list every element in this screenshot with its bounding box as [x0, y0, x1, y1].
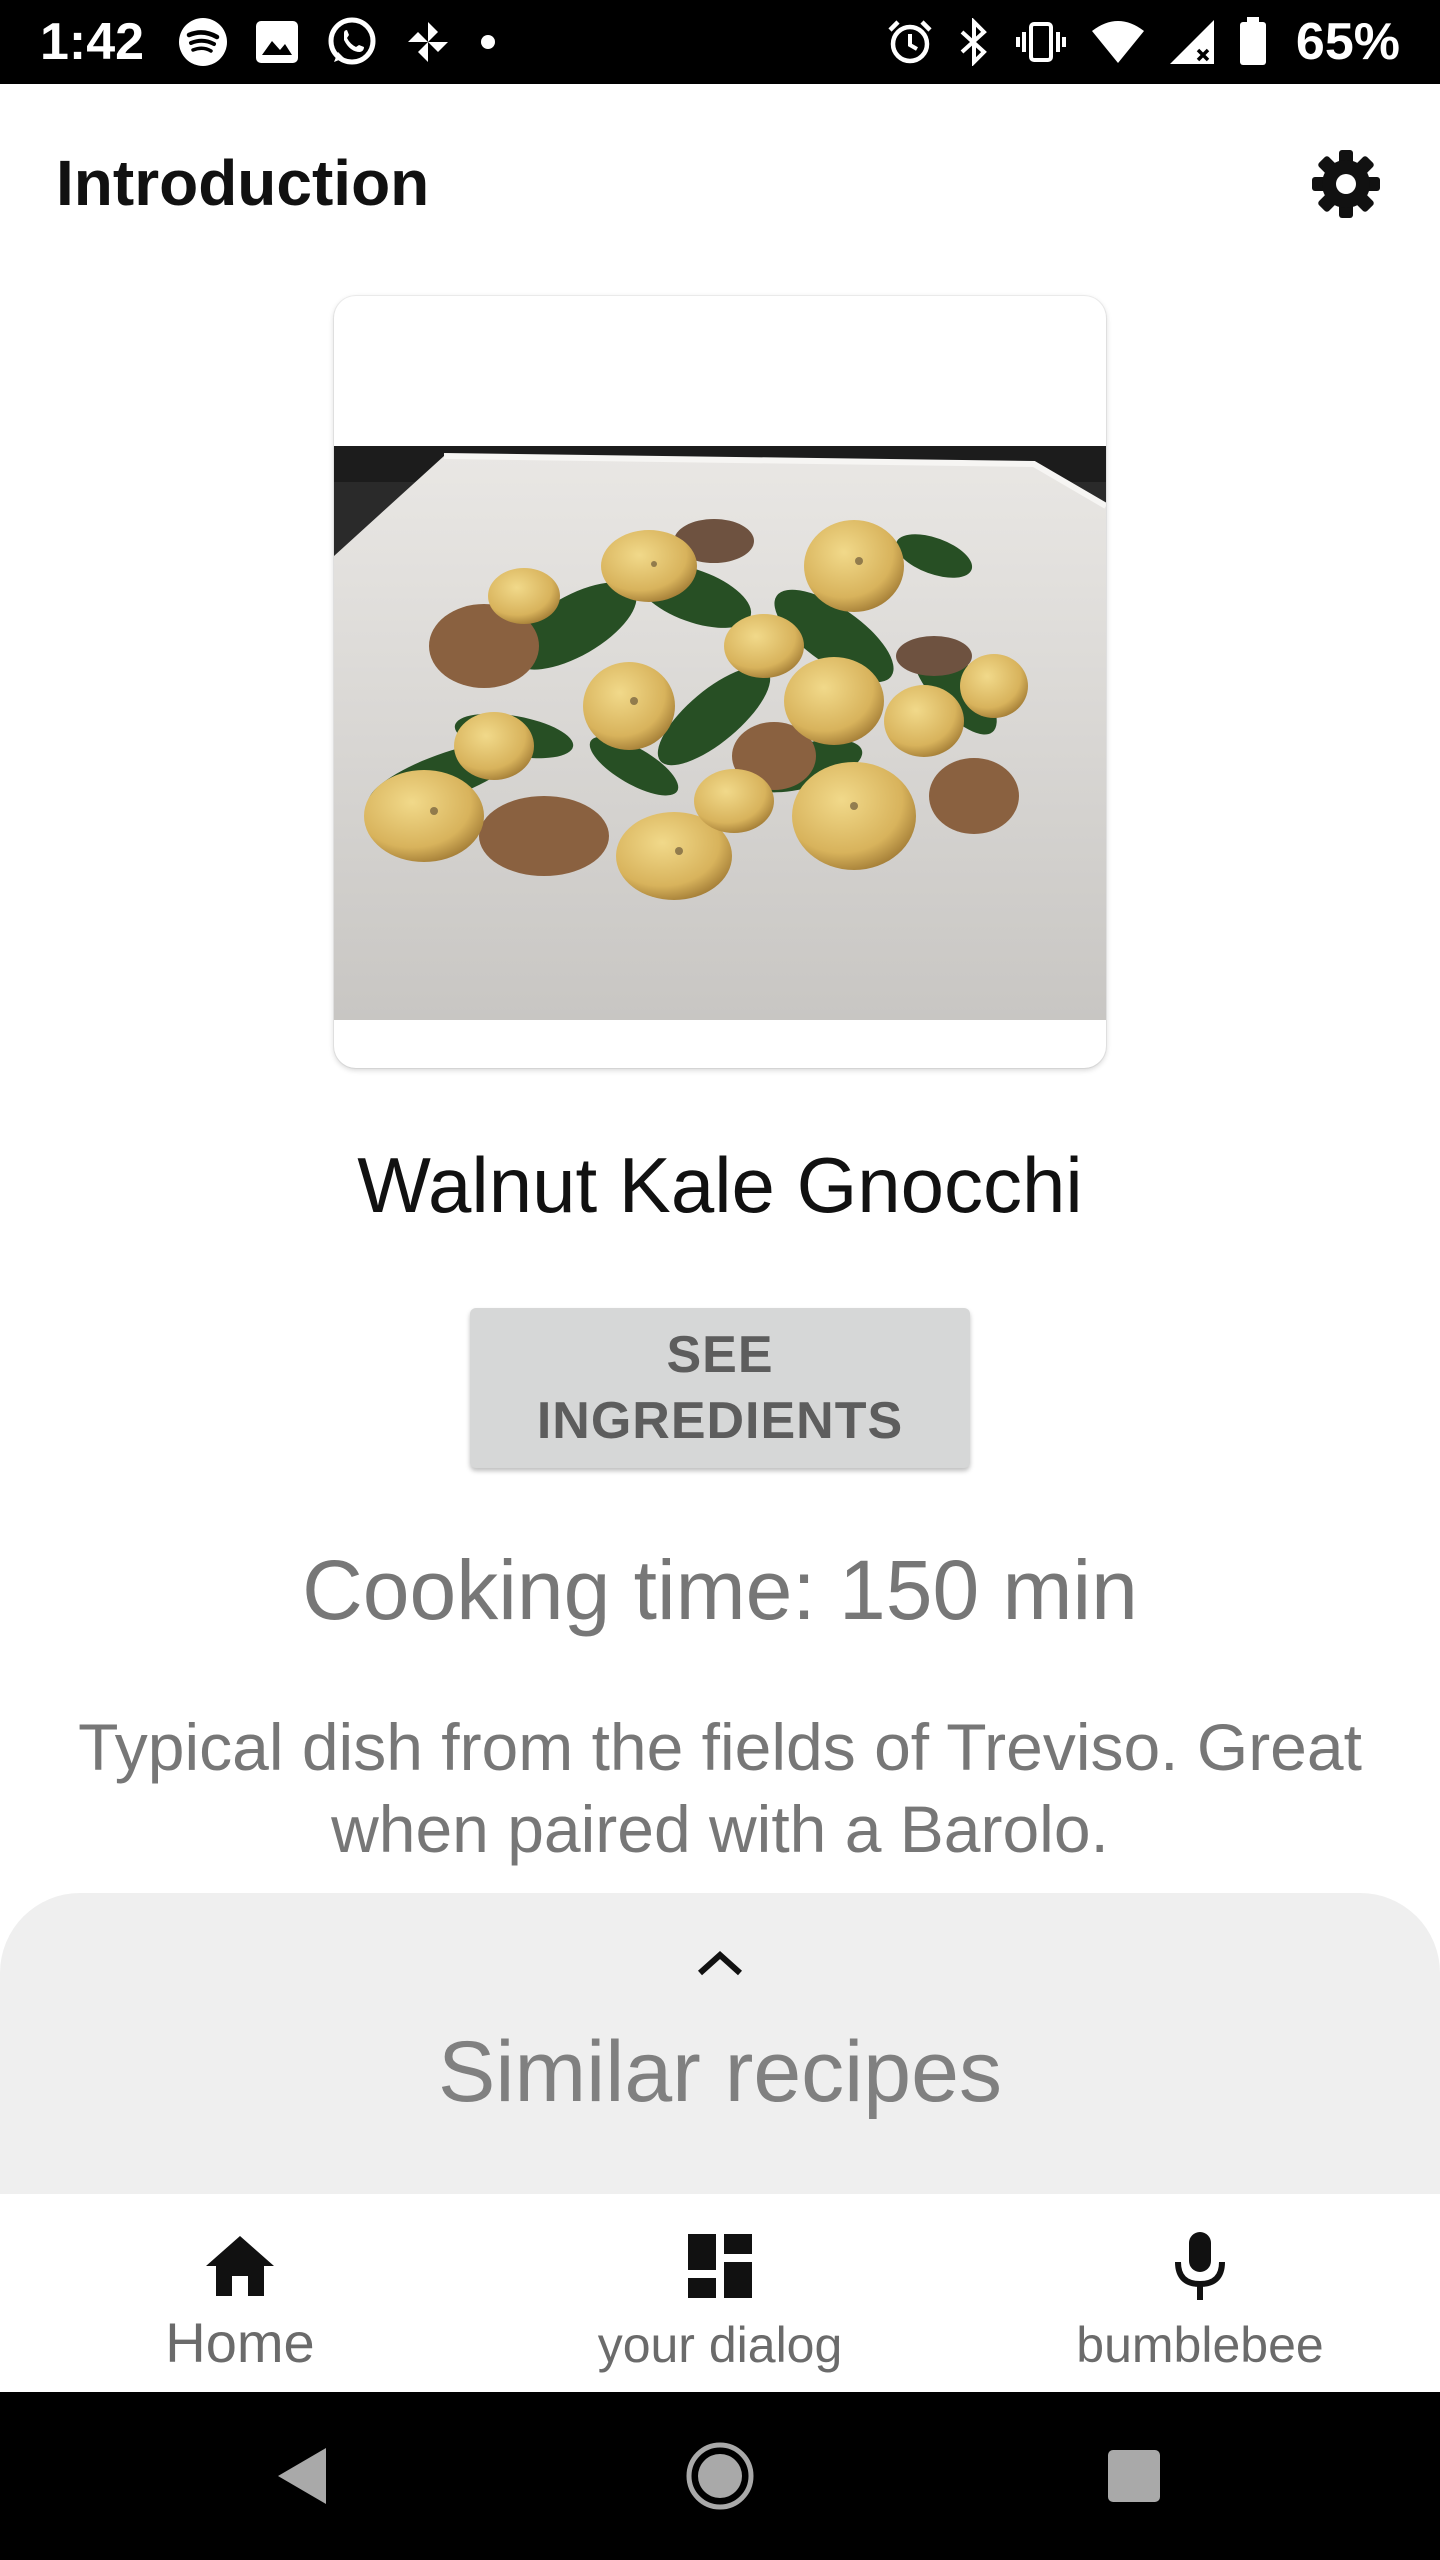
- home-circle-icon[interactable]: [680, 2436, 760, 2516]
- bluetooth-icon: [956, 18, 992, 66]
- signal-icon: [1168, 18, 1216, 66]
- system-status-icons: 65%: [886, 12, 1400, 72]
- screen: 1:42 65% Introduction Walnut Kale Gnocch…: [0, 0, 1440, 2560]
- similar-recipes-sheet[interactable]: Similar recipes: [0, 1893, 1440, 2203]
- recipe-image-card[interactable]: [334, 296, 1106, 1068]
- status-time: 1:42: [40, 13, 145, 71]
- see-ingredients-button[interactable]: SEE INGREDIENTS: [470, 1308, 970, 1468]
- recipe-description: Typical dish from the fields of Treviso.…: [78, 1710, 1362, 1866]
- vibrate-icon: [1014, 18, 1068, 66]
- recipe-photo: [334, 446, 1106, 1020]
- spotify-icon: [178, 17, 228, 67]
- gear-icon: [1310, 148, 1382, 225]
- battery-percent: 65%: [1295, 13, 1400, 71]
- system-navigation-bar: [0, 2392, 1440, 2560]
- nav-label-home: Home: [165, 2311, 315, 2374]
- whatsapp-icon: [326, 16, 378, 68]
- status-bar: 1:42 65%: [0, 0, 1440, 84]
- back-icon[interactable]: [262, 2436, 342, 2516]
- wifi-icon: [1090, 19, 1146, 65]
- chevron-up-icon[interactable]: [692, 1943, 748, 1983]
- page-title: Introduction: [56, 147, 430, 219]
- recents-icon[interactable]: [1094, 2436, 1174, 2516]
- home-icon: [200, 2226, 280, 2306]
- nav-item-home[interactable]: Home: [0, 2194, 480, 2392]
- dot-icon: [478, 32, 498, 52]
- dashboard-icon: [680, 2226, 760, 2306]
- app-bar: Introduction: [0, 84, 1440, 284]
- nav-item-bumblebee[interactable]: bumblebee: [960, 2194, 1440, 2392]
- bottom-navigation: Home your dialog bumblebee: [0, 2194, 1440, 2392]
- notification-icons: [178, 16, 498, 68]
- pinwheel-icon: [404, 18, 452, 66]
- nav-item-your-dialog[interactable]: your dialog: [480, 2194, 960, 2392]
- cooking-time: Cooking time: 150 min: [302, 1543, 1138, 1637]
- recipe-title: Walnut Kale Gnocchi: [357, 1141, 1083, 1229]
- nav-label-your-dialog: your dialog: [597, 2317, 843, 2373]
- microphone-icon: [1160, 2226, 1240, 2306]
- alarm-icon: [886, 18, 934, 66]
- settings-button[interactable]: [1304, 144, 1388, 228]
- see-ingredients-label: SEE INGREDIENTS: [536, 1326, 904, 1450]
- similar-recipes-title: Similar recipes: [438, 2024, 1002, 2120]
- nav-label-bumblebee: bumblebee: [1076, 2317, 1324, 2373]
- battery-icon: [1238, 17, 1268, 67]
- gallery-icon: [254, 19, 300, 65]
